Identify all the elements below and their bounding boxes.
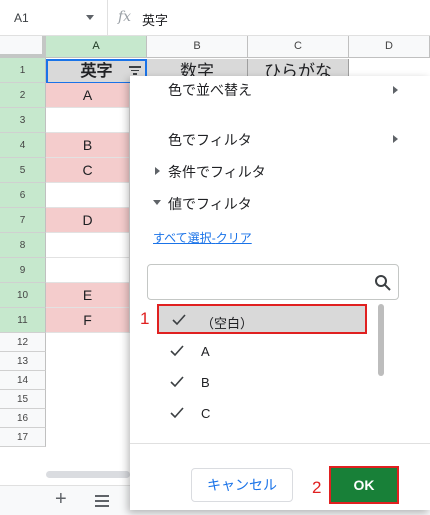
row-header[interactable]: 2: [0, 83, 46, 108]
row-header[interactable]: 11: [0, 308, 46, 333]
column-header-d[interactable]: D: [349, 36, 430, 58]
row-header[interactable]: 13: [0, 352, 46, 371]
formula-input[interactable]: 英字: [142, 10, 168, 29]
expand-right-icon[interactable]: [155, 167, 160, 175]
horizontal-scrollbar[interactable]: [46, 471, 130, 478]
row-header[interactable]: 12: [0, 333, 46, 352]
menu-filter-by-color[interactable]: 色でフィルタ: [168, 130, 252, 150]
value-option-label: （空白）: [201, 316, 254, 331]
row-header[interactable]: 4: [0, 133, 46, 158]
checkmark-icon: [172, 314, 186, 326]
value-option-b[interactable]: B: [157, 368, 367, 398]
cell-a6[interactable]: [46, 183, 130, 208]
cell-reference: A1: [14, 11, 29, 25]
row-header[interactable]: 8: [0, 233, 46, 258]
checkmark-icon: [170, 376, 184, 388]
row-header[interactable]: 14: [0, 371, 46, 390]
cell-a4[interactable]: B: [46, 133, 130, 158]
all-sheets-menu-icon[interactable]: [95, 495, 109, 510]
filter-dropdown: 色で並べ替え 色でフィルタ 条件でフィルタ 値でフィルタ すべて選択-クリア （…: [130, 76, 430, 510]
cell-a10[interactable]: E: [46, 283, 130, 308]
cell-a9[interactable]: [46, 258, 130, 283]
divider: [130, 443, 430, 444]
step-1-label: 1: [140, 309, 150, 328]
row-header[interactable]: 1: [0, 58, 46, 83]
fx-icon: fx: [118, 9, 132, 25]
row-header[interactable]: 15: [0, 390, 46, 409]
cell-a2[interactable]: A: [46, 83, 130, 108]
row-header[interactable]: 16: [0, 409, 46, 428]
row-header[interactable]: 5: [0, 158, 46, 183]
cell-a8[interactable]: [46, 233, 130, 258]
value-option-blank[interactable]: （空白）: [157, 304, 367, 334]
search-icon: [375, 275, 391, 291]
ok-button[interactable]: OK: [329, 466, 399, 504]
column-header-a[interactable]: A: [46, 36, 147, 58]
value-option-c[interactable]: C: [157, 399, 367, 429]
name-box[interactable]: A1: [0, 0, 108, 36]
select-clear-links: すべて選択-クリア: [153, 229, 252, 246]
formula-bar: A1 fx 英字: [0, 0, 430, 36]
menu-filter-by-condition[interactable]: 条件でフィルタ: [168, 162, 266, 182]
value-option-label: C: [201, 406, 211, 421]
chevron-right-icon: [393, 135, 398, 143]
row-header[interactable]: 7: [0, 208, 46, 233]
value-search-input[interactable]: [147, 264, 399, 300]
row-header[interactable]: 9: [0, 258, 46, 283]
chevron-down-icon[interactable]: [86, 15, 94, 20]
cancel-button[interactable]: キャンセル: [191, 468, 293, 502]
chevron-right-icon: [393, 86, 398, 94]
column-header-b[interactable]: B: [147, 36, 248, 58]
clear-link[interactable]: クリア: [216, 231, 252, 245]
menu-filter-by-values[interactable]: 値でフィルタ: [168, 194, 252, 214]
column-header-c[interactable]: C: [248, 36, 349, 58]
value-option-label: B: [201, 375, 210, 390]
values-scrollbar[interactable]: [378, 304, 384, 376]
checkmark-icon: [170, 345, 184, 357]
cell-a3[interactable]: [46, 108, 130, 133]
filter-icon[interactable]: [129, 66, 141, 76]
row-header[interactable]: 10: [0, 283, 46, 308]
select-all-link[interactable]: すべて選択: [153, 231, 212, 245]
row-header[interactable]: 6: [0, 183, 46, 208]
value-option-a[interactable]: A: [157, 337, 367, 367]
select-all-corner[interactable]: [0, 36, 46, 58]
add-sheet-button[interactable]: +: [55, 488, 67, 511]
expand-down-icon[interactable]: [153, 200, 161, 205]
cell-a5[interactable]: C: [46, 158, 130, 183]
row-header[interactable]: 17: [0, 428, 46, 447]
value-option-label: A: [201, 344, 210, 359]
cell-a7[interactable]: D: [46, 208, 130, 233]
menu-sort-by-color[interactable]: 色で並べ替え: [168, 80, 252, 100]
checkmark-icon: [170, 407, 184, 419]
row-header[interactable]: 3: [0, 108, 46, 133]
step-2-label: 2: [312, 478, 322, 497]
cell-a11[interactable]: F: [46, 308, 130, 333]
